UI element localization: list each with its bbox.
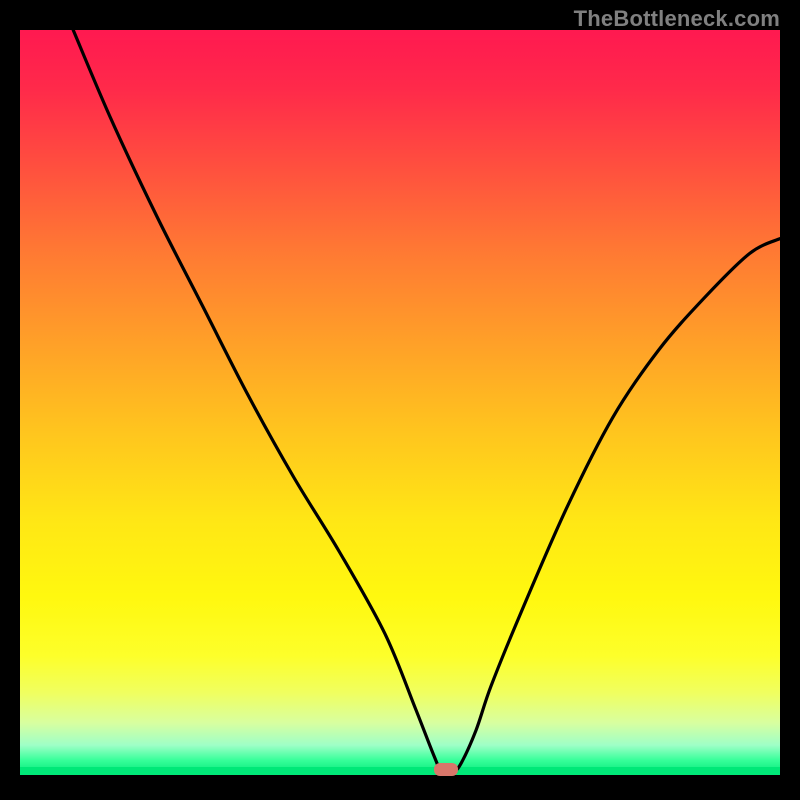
bottleneck-curve-svg	[20, 30, 780, 775]
watermark-text: TheBottleneck.com	[574, 6, 780, 32]
chart-container: TheBottleneck.com	[0, 0, 800, 800]
bottleneck-curve-path	[73, 30, 780, 773]
optimum-marker	[434, 763, 458, 776]
